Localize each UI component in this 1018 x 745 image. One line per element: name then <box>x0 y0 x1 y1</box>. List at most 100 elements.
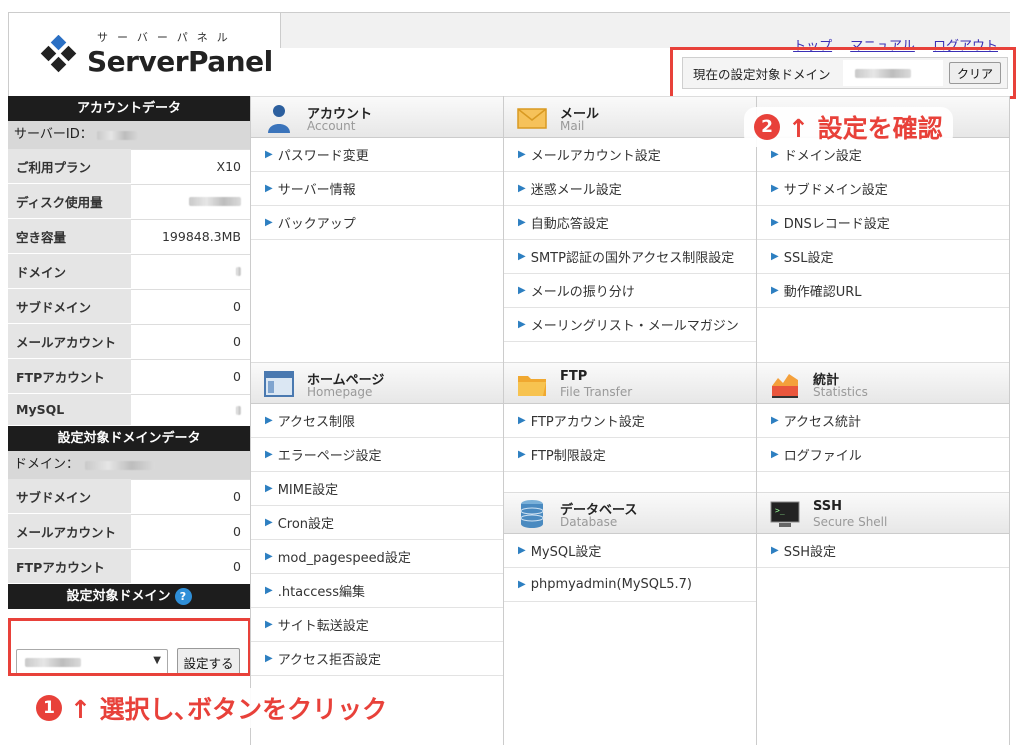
menu-item[interactable]: ▶ アクセス制限 <box>251 404 503 438</box>
browser-window-icon <box>264 371 294 397</box>
info-row: メールアカウント 0 <box>8 514 250 549</box>
arrow-icon: ▶ <box>771 449 779 460</box>
menu-item[interactable]: ▶ mod_pagespeed設定 <box>251 540 503 574</box>
row-value: 0 <box>131 479 250 513</box>
menu-item-label: ログファイル <box>783 449 862 464</box>
menu-item[interactable]: ▶ アクセス統計 <box>757 404 1009 438</box>
menu-item-label: SSL設定 <box>783 251 834 266</box>
arrow-icon: ▶ <box>518 579 526 590</box>
highlight-domain-select <box>8 618 251 676</box>
menu-item-label: アクセス統計 <box>783 415 862 430</box>
info-row: サブドメイン 0 <box>8 289 250 324</box>
database-icon <box>520 500 544 528</box>
menu-item[interactable]: ▶ 動作確認URL <box>757 274 1009 308</box>
menu-item[interactable]: ▶ MIME設定 <box>251 472 503 506</box>
arrow-icon: ▶ <box>265 183 273 194</box>
row-value: X10 <box>131 149 250 183</box>
row-value <box>131 254 250 288</box>
row-value <box>131 394 250 425</box>
row-key: ディスク使用量 <box>8 184 131 218</box>
logo-diamond-icon <box>40 35 77 73</box>
menu-item[interactable]: ▶ Cron設定 <box>251 506 503 540</box>
arrow-icon: ▶ <box>518 217 526 228</box>
menu-item[interactable]: ▶ サイト転送設定 <box>251 608 503 642</box>
menu-item-label: Cron設定 <box>277 517 335 532</box>
menu-item-label: メールアカウント設定 <box>530 149 661 164</box>
menu-item[interactable]: ▶ メールアカウント設定 <box>504 138 756 172</box>
top-strip: トップ マニュアル ログアウト <box>280 12 1010 54</box>
menu-item[interactable]: ▶ メーリングリスト・メールマガジン <box>504 308 756 342</box>
menu-item[interactable]: ▶ phpmyadmin(MySQL5.7) <box>504 568 756 602</box>
svg-text:>_: >_ <box>775 506 785 515</box>
envelope-icon <box>517 108 547 129</box>
section-subtitle: File Transfer <box>560 385 633 399</box>
menu-item[interactable]: ▶ バックアップ <box>251 206 503 240</box>
arrow-icon: ▶ <box>265 585 273 596</box>
menu-item[interactable]: ▶ サブドメイン設定 <box>757 172 1009 206</box>
row-key: ドメイン <box>8 254 131 288</box>
menu-item[interactable]: ▶ メールの振り分け <box>504 274 756 308</box>
sidebar: アカウントデータ サーバーID： ご利用プラン X10 ディスク使用量 空き容量 1… <box>8 96 250 691</box>
arrow-icon: ▶ <box>265 449 273 460</box>
arrow-icon: ▶ <box>771 285 779 296</box>
row-key: FTPアカウント <box>8 549 131 583</box>
arrow-icon: ▶ <box>771 183 779 194</box>
menu-item[interactable]: ▶ ログファイル <box>757 438 1009 472</box>
callout-confirm: 2 ↑ 設定を確認 <box>744 107 953 147</box>
row-value: 199848.3MB <box>131 219 250 253</box>
section-homepage: ホームページ Homepage <box>251 362 503 404</box>
menu-item[interactable]: ▶ SSH設定 <box>757 534 1009 568</box>
arrow-icon: ▶ <box>265 217 273 228</box>
domain-name: ドメイン： <box>8 451 250 479</box>
menu-item[interactable]: ▶ エラーページ設定 <box>251 438 503 472</box>
row-key: サブドメイン <box>8 289 131 323</box>
arrow-icon: ▶ <box>265 551 273 562</box>
menu-item[interactable]: ▶ FTPアカウント設定 <box>504 404 756 438</box>
row-key: サブドメイン <box>8 479 131 513</box>
info-row: MySQL <box>8 394 250 426</box>
arrow-icon: ▶ <box>265 517 273 528</box>
menu-item[interactable]: ▶ SMTP認証の国外アクセス制限設定 <box>504 240 756 274</box>
row-value: 0 <box>131 359 250 393</box>
menu-item[interactable]: ▶ アクセス拒否設定 <box>251 642 503 676</box>
row-key: 空き容量 <box>8 219 131 253</box>
menu-item-label: .htaccess編集 <box>277 585 365 600</box>
section-subtitle: Secure Shell <box>813 515 888 529</box>
arrow-icon: ▶ <box>265 149 273 160</box>
row-key: メールアカウント <box>8 324 131 358</box>
chart-icon <box>772 374 798 398</box>
arrow-icon: ▶ <box>518 319 526 330</box>
menu-item[interactable]: ▶ FTP制限設定 <box>504 438 756 472</box>
step-number: 1 <box>36 695 62 721</box>
menu-item[interactable]: ▶ 自動応答設定 <box>504 206 756 240</box>
menu-item-label: FTP制限設定 <box>530 449 606 464</box>
section-subtitle: Account <box>307 119 356 133</box>
menu-item-label: SSH設定 <box>783 545 836 560</box>
section-subtitle: Homepage <box>307 385 373 399</box>
info-row: メールアカウント 0 <box>8 324 250 359</box>
person-icon <box>268 105 290 133</box>
info-row: 空き容量 199848.3MB <box>8 219 250 254</box>
menu-item-label: ドメイン設定 <box>783 149 862 164</box>
arrow-icon: ▶ <box>518 251 526 262</box>
menu-item-label: phpmyadmin(MySQL5.7) <box>530 577 692 592</box>
row-value: 0 <box>131 549 250 583</box>
row-key: メールアカウント <box>8 514 131 548</box>
menu-item-label: mod_pagespeed設定 <box>277 551 411 566</box>
menu-item[interactable]: ▶ MySQL設定 <box>504 534 756 568</box>
menu-item[interactable]: ▶ .htaccess編集 <box>251 574 503 608</box>
section-subtitle: Statistics <box>813 385 868 399</box>
menu-item-label: アクセス拒否設定 <box>277 653 382 668</box>
menu-item[interactable]: ▶ SSL設定 <box>757 240 1009 274</box>
menu-item[interactable]: ▶ パスワード変更 <box>251 138 503 172</box>
menu-item[interactable]: ▶ 迷惑メール設定 <box>504 172 756 206</box>
menu-item[interactable]: ▶ DNSレコード設定 <box>757 206 1009 240</box>
menu-item[interactable]: ▶ サーバー情報 <box>251 172 503 206</box>
help-icon[interactable]: ? <box>174 588 192 605</box>
callout-select: 1 ↑ 選択し､ボタンをクリック <box>26 688 398 728</box>
menu-item-label: DNSレコード設定 <box>783 217 890 232</box>
info-row: ディスク使用量 <box>8 184 250 219</box>
menu-item-label: 自動応答設定 <box>530 217 609 232</box>
row-key: FTPアカウント <box>8 359 131 393</box>
callout-text: ↑ 選択し､ボタンをクリック <box>70 695 388 724</box>
